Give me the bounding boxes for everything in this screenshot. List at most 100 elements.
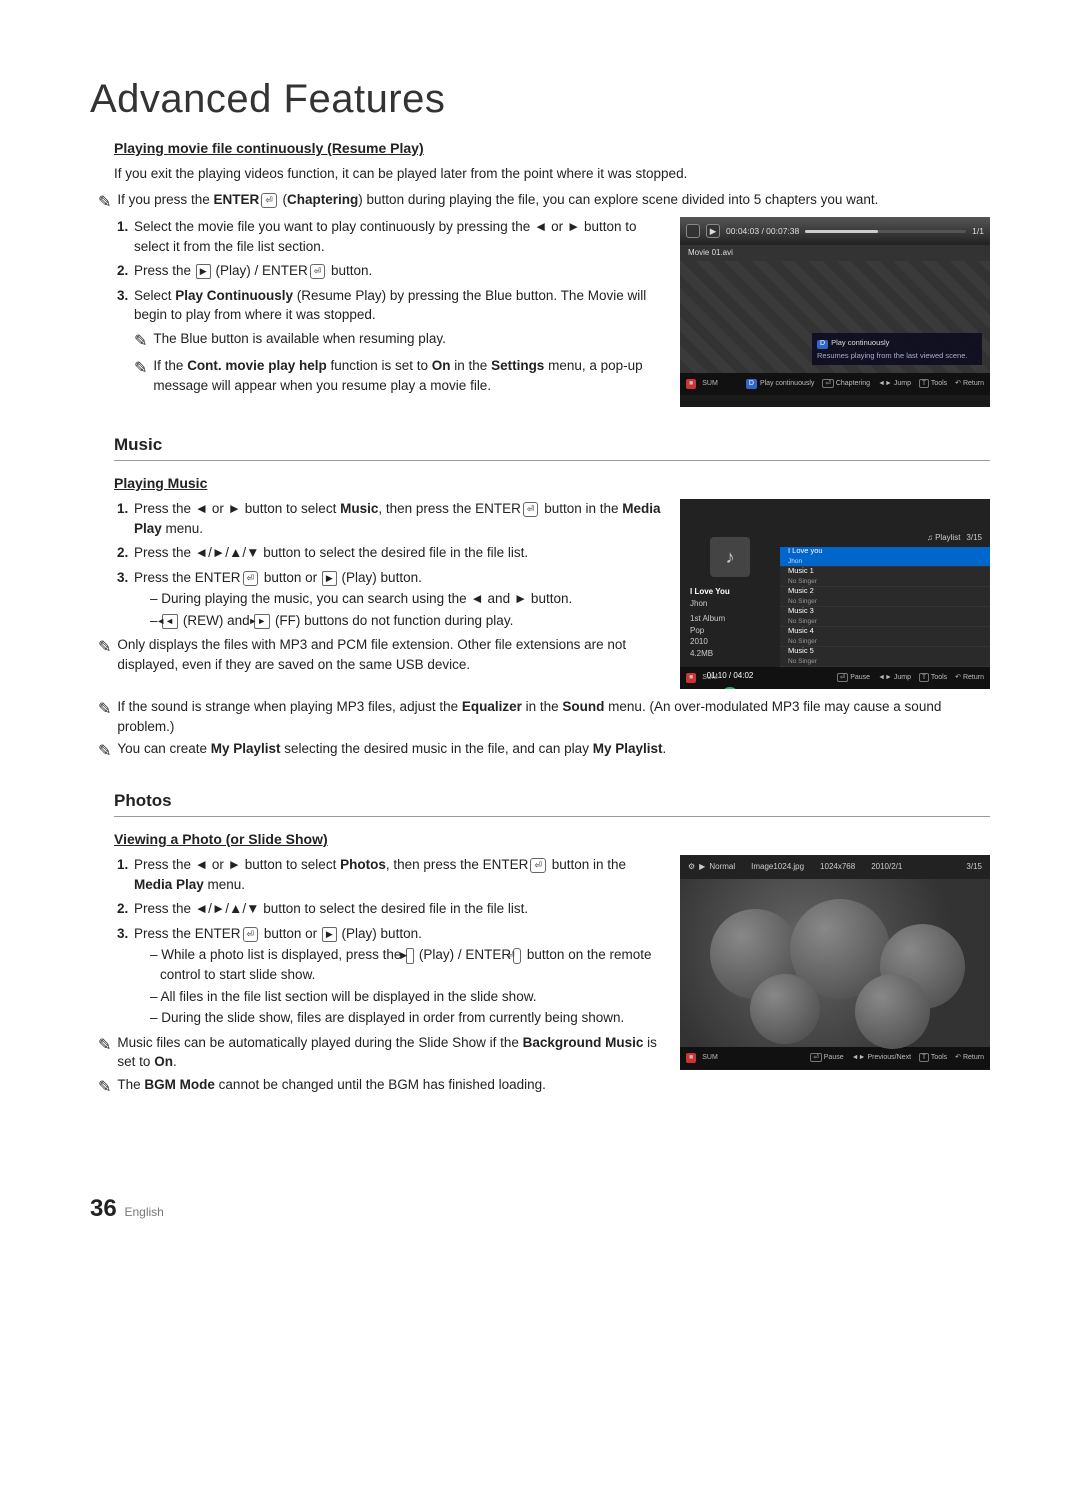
popup-body: Resumes playing from the last viewed sce… <box>817 351 977 360</box>
note-icon: ✎ <box>98 636 111 659</box>
enter-icon: ⏎ <box>822 379 833 388</box>
progress-bar <box>805 230 966 233</box>
movie-intro: If you exit the playing videos function,… <box>114 164 990 184</box>
playlist-item: Music 5No Singer <box>780 647 990 667</box>
text: Select <box>134 288 175 303</box>
step-2: Press the ▶ (Play) / ENTER⏎ button. <box>132 261 662 281</box>
footer-tools: Tools <box>931 1054 947 1061</box>
music-heading: Music <box>114 433 990 461</box>
text: in the <box>522 699 563 714</box>
tools-icon: T <box>919 379 929 388</box>
text-bold: Settings <box>491 358 544 373</box>
movie-frame: DPlay continuously Resumes playing from … <box>680 261 990 373</box>
text: The <box>117 1077 144 1092</box>
movie-filename: Movie 01.avi <box>680 245 990 261</box>
text: button. <box>327 263 372 278</box>
photos-heading: Photos <box>114 789 990 817</box>
photo-screenshot: ⚙ ▶ Normal Image1024.jpg 1024x768 2010/2… <box>680 855 990 1070</box>
text-bold: Photos <box>340 857 386 872</box>
music-screenshot: ♪ I Love You Jhon 1st Album Pop 2010 4.2… <box>680 499 990 689</box>
tools-icon: T <box>919 1053 929 1062</box>
music-steps: Press the ◄ or ► button to select Music,… <box>132 499 662 630</box>
sum-label: SUM <box>702 673 718 683</box>
note-icon: ✎ <box>98 191 111 214</box>
photo-image <box>680 879 990 1047</box>
note-icon: ✎ <box>134 330 147 353</box>
text-bold: Music <box>340 501 378 516</box>
settings-icon <box>686 224 700 238</box>
page-title: Advanced Features <box>90 70 990 128</box>
text: Press the ENTER <box>134 926 241 941</box>
page-number: 36 <box>90 1195 117 1222</box>
footer-pause: Pause <box>850 674 870 681</box>
text: button or <box>260 570 321 585</box>
photo-filename: Image1024.jpg <box>751 861 804 873</box>
footer-return: Return <box>963 380 984 387</box>
play-icon: ▶ <box>406 948 414 963</box>
text-bold: Play Continuously <box>175 288 293 303</box>
footer-pause: Pause <box>824 1054 844 1061</box>
text: Press the ◄ or ► button to select <box>134 501 340 516</box>
text: The Blue button is available when resumi… <box>153 329 445 349</box>
movie-steps: Select the movie file you want to play c… <box>132 217 662 395</box>
note-extensions: ✎ Only displays the files with MP3 and P… <box>98 635 662 674</box>
text: button in the <box>548 857 626 872</box>
text-bold: Media Play <box>134 877 204 892</box>
playlist-header: ♫ Playlist 3/15 <box>780 529 990 547</box>
text: cannot be changed until the BGM has fini… <box>215 1077 546 1092</box>
play-icon: ▶ <box>322 571 337 586</box>
text: If the sound is strange when playing MP3… <box>117 699 461 714</box>
note-icon: ✎ <box>98 1034 111 1057</box>
text: You can create <box>117 741 210 756</box>
text: If you press the <box>117 192 213 207</box>
text-bold: My Playlist <box>593 741 663 756</box>
photos-steps: Press the ◄ or ► button to select Photos… <box>132 855 662 1028</box>
footer-jump: Jump <box>894 380 911 387</box>
text: Press the ◄ or ► button to select <box>134 857 340 872</box>
settings-icon: ⚙ <box>688 861 695 873</box>
text: Only displays the files with MP3 and PCM… <box>117 635 662 674</box>
enter-icon: ⏎ <box>513 948 521 963</box>
dash-note: – During the slide show, files are displ… <box>150 1008 662 1028</box>
movie-screenshot: ▶ 00:04:03 / 00:07:38 1/1 Movie 01.avi D… <box>680 217 990 407</box>
note-bgm: ✎ Music files can be automatically playe… <box>98 1033 662 1072</box>
text-bold: Background Music <box>523 1035 644 1050</box>
footer-tools: Tools <box>931 674 947 681</box>
music-note-icon: ♪ <box>710 537 750 577</box>
step-1: Select the movie file you want to play c… <box>132 217 662 256</box>
movie-popup: DPlay continuously Resumes playing from … <box>812 333 982 364</box>
text-bold: Sound <box>562 699 604 714</box>
sum-badge: ■ <box>686 673 696 683</box>
text: If the <box>153 358 187 373</box>
d-key-icon: D <box>746 379 757 389</box>
playlist-item: I Love youJhon <box>780 547 990 567</box>
play-icon: ▶ <box>196 264 211 279</box>
note-chaptering: ✎ If you press the ENTER⏎ (Chaptering) b… <box>98 190 990 214</box>
enter-icon: ⏎ <box>530 858 546 873</box>
enter-icon: ⏎ <box>810 1053 821 1062</box>
step-1: Press the ◄ or ► button to select Photos… <box>132 855 662 894</box>
sum-badge: ■ <box>686 1053 696 1063</box>
text: selecting the desired music in the file,… <box>281 741 593 756</box>
step-2: Press the ◄/►/▲/▼ button to select the d… <box>132 543 662 563</box>
playlist-item: Music 2No Singer <box>780 587 990 607</box>
text-bold: Equalizer <box>462 699 522 714</box>
text-bold: ENTER <box>213 192 259 207</box>
text: , then press the ENTER <box>378 501 521 516</box>
playlist-item: Music 4No Singer <box>780 627 990 647</box>
text-bold: On <box>432 358 451 373</box>
enter-icon: ⏎ <box>261 193 277 208</box>
text: menu. <box>204 877 245 892</box>
text: Music files can be automatically played … <box>117 1035 522 1050</box>
text: (Play) button. <box>338 570 422 585</box>
text: button or <box>260 926 321 941</box>
text: button in the <box>540 501 622 516</box>
enter-icon: ⏎ <box>243 927 259 942</box>
music-subheading: Playing Music <box>114 473 990 493</box>
note-equalizer: ✎ If the sound is strange when playing M… <box>98 697 990 736</box>
text: Press the ENTER <box>134 570 241 585</box>
step-3: Select Play Continuously (Resume Play) b… <box>132 286 662 395</box>
movie-subheading: Playing movie file continuously (Resume … <box>114 138 990 158</box>
text-bold: Chaptering <box>287 192 358 207</box>
dash-note: – All files in the file list section wil… <box>150 987 662 1007</box>
